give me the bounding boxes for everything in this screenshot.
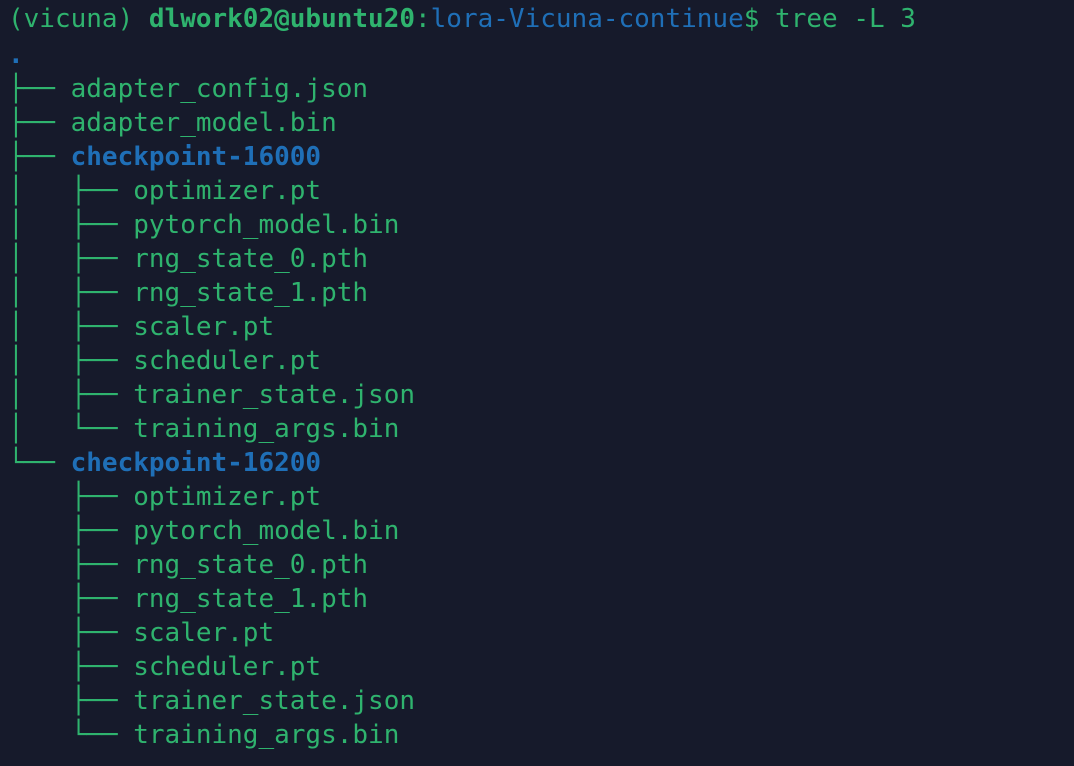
file-name: scaler.pt bbox=[133, 618, 275, 648]
prompt-colon: : bbox=[415, 4, 431, 34]
current-directory: lora-Vicuna-continue bbox=[430, 4, 744, 34]
tree-branch-glyph: ├── bbox=[8, 686, 134, 716]
directory-name: checkpoint-16200 bbox=[70, 448, 322, 478]
tree-branch-glyph: └── bbox=[8, 720, 134, 750]
tree-branch-glyph: │ ├── bbox=[8, 244, 134, 274]
tree-file-row: ├── rng_state_1.pth bbox=[8, 582, 368, 616]
tree-file-row: │ ├── trainer_state.json bbox=[8, 378, 415, 412]
file-name: adapter_model.bin bbox=[70, 108, 337, 138]
file-name: pytorch_model.bin bbox=[133, 210, 400, 240]
tree-file-row: │ ├── pytorch_model.bin bbox=[8, 208, 399, 242]
terminal-window[interactable]: (vicuna) dlwork02@ubuntu20:lora-Vicuna-c… bbox=[0, 0, 1074, 766]
file-name: rng_state_1.pth bbox=[133, 584, 369, 614]
tree-file-row: ├── rng_state_0.pth bbox=[8, 548, 368, 582]
file-name: rng_state_1.pth bbox=[133, 278, 369, 308]
tree-branch-glyph: │ ├── bbox=[8, 312, 134, 342]
tree-branch-glyph: │ ├── bbox=[8, 278, 134, 308]
tree-branch-glyph: ├── bbox=[8, 516, 134, 546]
tree-root: . bbox=[8, 38, 24, 72]
tree-dir-row: └── checkpoint-16200 bbox=[8, 446, 321, 480]
tree-branch-glyph: ├── bbox=[8, 108, 71, 138]
file-name: trainer_state.json bbox=[133, 686, 415, 716]
tree-branch-glyph: │ ├── bbox=[8, 380, 134, 410]
tree-file-row: │ ├── scheduler.pt bbox=[8, 344, 321, 378]
tree-file-row: ├── trainer_state.json bbox=[8, 684, 415, 718]
tree-root-dot: . bbox=[8, 40, 24, 70]
tree-branch-glyph: │ └── bbox=[8, 414, 134, 444]
file-name: rng_state_0.pth bbox=[133, 244, 369, 274]
tree-branch-glyph: ├── bbox=[8, 652, 134, 682]
tree-branch-glyph: │ ├── bbox=[8, 176, 134, 206]
tree-branch-glyph: ├── bbox=[8, 142, 71, 172]
tree-file-row: ├── optimizer.pt bbox=[8, 480, 321, 514]
tree-file-row: ├── scaler.pt bbox=[8, 616, 275, 650]
tree-file-row: │ ├── rng_state_0.pth bbox=[8, 242, 368, 276]
tree-branch-glyph: ├── bbox=[8, 618, 134, 648]
user-host: dlwork02@ubuntu20 bbox=[148, 4, 415, 34]
tree-file-row: │ ├── rng_state_1.pth bbox=[8, 276, 368, 310]
file-name: rng_state_0.pth bbox=[133, 550, 369, 580]
tree-branch-glyph: ├── bbox=[8, 74, 71, 104]
tree-file-row: ├── adapter_model.bin bbox=[8, 106, 337, 140]
prompt-symbol: $ bbox=[743, 4, 760, 34]
tree-file-row: │ ├── optimizer.pt bbox=[8, 174, 321, 208]
tree-branch-glyph: └── bbox=[8, 448, 71, 478]
directory-name: checkpoint-16000 bbox=[70, 142, 322, 172]
prompt-line: (vicuna) dlwork02@ubuntu20:lora-Vicuna-c… bbox=[8, 2, 916, 36]
command-text: tree -L 3 bbox=[775, 4, 916, 34]
file-name: scaler.pt bbox=[133, 312, 275, 342]
file-name: optimizer.pt bbox=[133, 482, 322, 512]
file-name: scheduler.pt bbox=[133, 652, 322, 682]
tree-file-row: │ └── training_args.bin bbox=[8, 412, 399, 446]
tree-dir-row: ├── checkpoint-16000 bbox=[8, 140, 321, 174]
file-name: optimizer.pt bbox=[133, 176, 322, 206]
file-name: training_args.bin bbox=[133, 720, 400, 750]
file-name: training_args.bin bbox=[133, 414, 400, 444]
tree-file-row: ├── pytorch_model.bin bbox=[8, 514, 400, 548]
tree-branch-glyph: ├── bbox=[8, 550, 134, 580]
tree-branch-glyph: ├── bbox=[8, 482, 134, 512]
tree-file-row: │ ├── scaler.pt bbox=[8, 310, 274, 344]
file-name: adapter_config.json bbox=[70, 74, 369, 104]
file-name: trainer_state.json bbox=[133, 380, 415, 410]
tree-file-row: └── training_args.bin bbox=[8, 718, 400, 752]
tree-branch-glyph: │ ├── bbox=[8, 210, 134, 240]
file-name: pytorch_model.bin bbox=[133, 516, 400, 546]
tree-branch-glyph: ├── bbox=[8, 584, 134, 614]
conda-env-label: (vicuna) bbox=[8, 4, 134, 34]
file-name: scheduler.pt bbox=[133, 346, 322, 376]
tree-file-row: ├── scheduler.pt bbox=[8, 650, 321, 684]
tree-file-row: ├── adapter_config.json bbox=[8, 72, 368, 106]
tree-branch-glyph: │ ├── bbox=[8, 346, 134, 376]
